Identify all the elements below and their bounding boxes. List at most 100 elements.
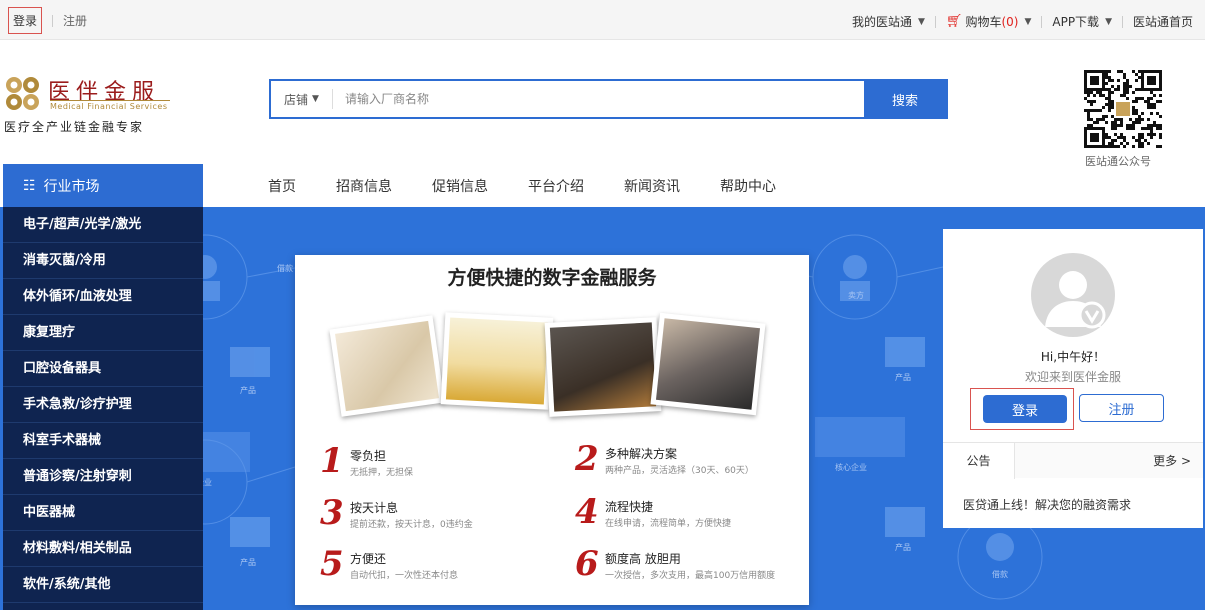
qr-code-label: 医站通公众号 (1085, 155, 1151, 168)
banner-bg-label: 产品 (240, 558, 256, 567)
cart-menu[interactable]: 🛒︎ 购物车 (0) ▼ (946, 13, 1031, 30)
app-download-label: APP下载 (1052, 15, 1100, 29)
category-item[interactable]: 电子/超声/光学/激光 (3, 207, 203, 243)
cart-count: (0) (1001, 14, 1019, 29)
banner-bg-label: 核心企业 (835, 463, 867, 472)
feature-number: 1 (320, 441, 344, 481)
category-item[interactable]: 手术急救/诊疗护理 (3, 387, 203, 423)
user-icon (1045, 271, 1106, 329)
search-scope-select[interactable]: 店铺 ▼ (271, 89, 333, 109)
search-button[interactable]: 搜索 (864, 81, 946, 117)
divider (934, 15, 936, 28)
notice-item[interactable]: 医贷通上线！解决您的融资需求 (963, 496, 1131, 513)
feature-subtitle: 自动代扣，一次性还本付息 (350, 571, 459, 581)
logo-rule (50, 100, 170, 101)
category-item[interactable]: 消毒灭菌/冷用 (3, 243, 203, 279)
divider (52, 14, 54, 27)
my-account-menu[interactable]: 我的医站通 ▼ (852, 13, 925, 30)
feature-4: 4 流程快捷 在线申请，流程简单，方便快捷 (575, 492, 795, 542)
feature-number: 2 (575, 439, 599, 479)
banner-bg-label: 产品 (895, 543, 911, 552)
login-button[interactable]: 登录 (983, 395, 1067, 423)
feature-title: 方便还 (350, 552, 387, 566)
banner-bg-label: 卖方 (848, 291, 864, 300)
search-bar: 店铺 ▼ 搜索 (269, 79, 948, 119)
category-item[interactable]: 口腔设备器具 (3, 351, 203, 387)
logo-mark-icon (6, 77, 39, 110)
feature-number: 4 (575, 492, 599, 532)
feature-subtitle: 在线申请，流程简单，方便快捷 (605, 519, 732, 529)
category-item[interactable]: 康复理疗 (3, 315, 203, 351)
feature-title: 零负担 (350, 449, 387, 463)
feature-subtitle: 提前还款，按天计息，0违约金 (350, 520, 473, 530)
category-item[interactable]: 中医器械 (3, 495, 203, 531)
divider (1121, 15, 1123, 28)
cart-icon: 🛒︎ (945, 14, 963, 29)
more-link[interactable]: 更多 > (1153, 443, 1191, 479)
nav-item-promotions[interactable]: 促销信息 (432, 176, 488, 196)
category-header-label: 行业市场 (43, 178, 100, 195)
chevron-down-icon: ▼ (1105, 16, 1112, 27)
avatar (1031, 253, 1115, 337)
logo[interactable]: 医伴金服 Medical Financial Services 医疗全产业链金融… (4, 76, 174, 136)
banner-bg-label: 借款 (992, 570, 1008, 579)
category-item[interactable]: 体外循环/血液处理 (3, 279, 203, 315)
feature-3: 3 按天计息 提前还款，按天计息，0违约金 (320, 493, 540, 543)
promo-photo (440, 312, 554, 410)
app-download-menu[interactable]: APP下载 ▼ (1052, 13, 1112, 30)
top-bar-left: 登录 注册 (8, 7, 87, 34)
feature-title: 按天计息 (350, 501, 399, 515)
search-input[interactable] (333, 81, 864, 117)
top-login-link[interactable]: 登录 (8, 7, 43, 34)
site-home-link[interactable]: 医站通首页 (1133, 13, 1193, 30)
chevron-down-icon: ▼ (918, 16, 925, 27)
welcome-text: 欢迎来到医伴金服 (1024, 370, 1121, 384)
promo-card[interactable]: 方便快捷的数字金融服务 1 零负担 无抵押，无担保 2 多种解决方案 两种产品，… (295, 255, 809, 605)
banner-bg-label: 产品 (240, 386, 256, 395)
feature-6: 6 额度高 放胆用 一次授信，多次支用，最高100万信用额度 (575, 544, 795, 594)
top-bar: 登录 注册 我的医站通 ▼ 🛒︎ 购物车 (0) ▼ APP下载 ▼ 医站通首页 (0, 0, 1205, 40)
cart-label: 购物车 (965, 15, 1002, 29)
chevron-down-icon: ▼ (1024, 16, 1032, 27)
notice-tabs: 公告 更多 > (943, 442, 1203, 479)
feature-subtitle: 一次授信，多次支用，最高100万信用额度 (605, 571, 776, 581)
register-button[interactable]: 注册 (1079, 394, 1164, 422)
category-item[interactable]: 软件/系统/其他 (3, 567, 203, 603)
logo-english: Medical Financial Services (50, 102, 168, 111)
feature-number: 5 (320, 544, 344, 584)
nav-item-about[interactable]: 平台介绍 (528, 176, 584, 196)
category-header[interactable]: ☷ 行业市场 (3, 164, 203, 207)
nav-item-help[interactable]: 帮助中心 (720, 176, 776, 196)
nav-item-recruitment[interactable]: 招商信息 (336, 176, 392, 196)
feature-title: 流程快捷 (605, 500, 654, 514)
promo-photos (329, 310, 775, 440)
promo-photo (329, 315, 445, 417)
banner-bg-label: 产品 (895, 373, 911, 382)
promo-photo (650, 312, 766, 416)
chevron-down-icon: ▼ (312, 94, 319, 104)
my-account-label: 我的医站通 (851, 15, 912, 29)
nav-item-news[interactable]: 新闻资讯 (624, 176, 680, 196)
feature-number: 3 (320, 493, 344, 533)
qr-code-icon (1084, 70, 1162, 148)
feature-subtitle: 无抵押，无担保 (350, 468, 414, 478)
top-bar-right: 我的医站通 ▼ 🛒︎ 购物车 (0) ▼ APP下载 ▼ 医站通首页 (852, 13, 1193, 30)
top-register-link[interactable]: 注册 (63, 12, 87, 29)
login-highlight: 登录 (970, 388, 1074, 430)
main-nav: 首页 招商信息 促销信息 平台介绍 新闻资讯 帮助中心 (268, 176, 816, 196)
category-item[interactable]: 材料敷料/相关制品 (3, 531, 203, 567)
greeting-text: Hi,中午好！ (1040, 350, 1106, 364)
feature-5: 5 方便还 自动代扣，一次性还本付息 (320, 544, 540, 594)
category-list: 电子/超声/光学/激光 消毒灭菌/冷用 体外循环/血液处理 康复理疗 口腔设备器… (3, 207, 203, 610)
promo-title: 方便快捷的数字金融服务 (447, 267, 657, 289)
feature-title: 额度高 放胆用 (605, 552, 681, 566)
category-item[interactable]: 科室手术器械 (3, 423, 203, 459)
category-item[interactable]: 普通诊察/注射穿刺 (3, 459, 203, 495)
feature-2: 2 多种解决方案 两种产品，灵活选择（30天、60天） (575, 439, 795, 489)
feature-title: 多种解决方案 (605, 447, 678, 461)
nav-item-home[interactable]: 首页 (268, 176, 296, 196)
search-scope-label: 店铺 (284, 92, 309, 107)
tab-announcement[interactable]: 公告 (943, 443, 1015, 479)
feature-subtitle: 两种产品，灵活选择（30天、60天） (605, 466, 754, 476)
banner-bg-label: 借款 (277, 264, 293, 273)
